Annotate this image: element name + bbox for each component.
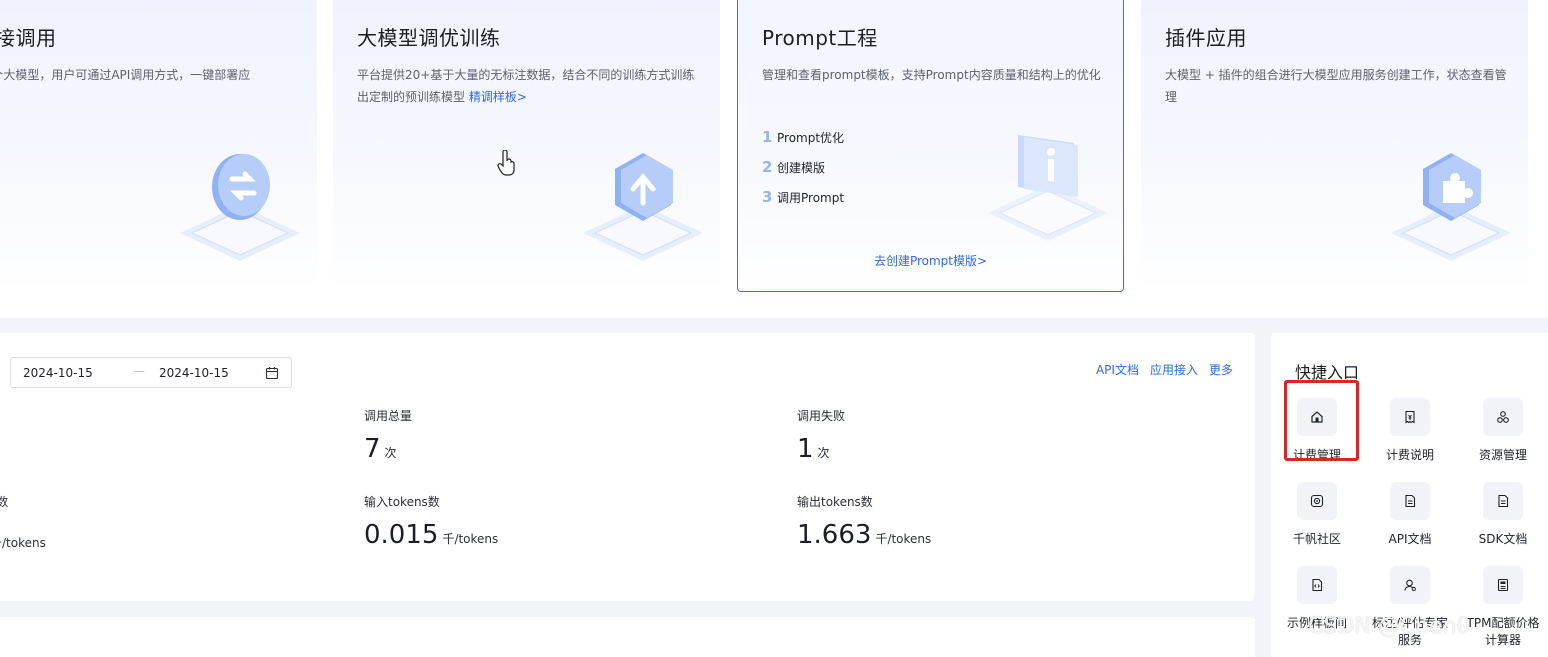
info-board-illustration-icon — [988, 135, 1108, 241]
step-number: 3 — [762, 188, 773, 206]
quick-item-label: API文档 — [1388, 532, 1432, 546]
quick-item-label: SDK文档 — [1478, 532, 1528, 546]
stat-input-tokens: 输入tokens数 0.015 千/tokens — [364, 493, 498, 550]
stat-unit: 次 — [384, 446, 397, 460]
exchange-coin-illustration-icon — [180, 154, 300, 261]
card-description: 供20+个大模型，用户可通过API调用方式，一键部署应 — [0, 68, 251, 82]
quick-item-qianfan-community[interactable]: 千帆社区 — [1275, 482, 1359, 558]
date-start[interactable]: 2024-10-15 — [23, 366, 93, 380]
hand-cursor-icon — [497, 150, 515, 176]
stat-label: s数 — [0, 495, 9, 509]
document-icon — [1483, 482, 1523, 520]
step-number: 1 — [762, 128, 773, 146]
quick-item-label: TPM配额价格计算器 — [1466, 616, 1540, 647]
card-description: 平台提供20+基于大量的无标注数据，结合不同的训练方式训练出定制的预训练模型 精… — [357, 64, 702, 108]
stat-value: 0.015 千/tokens — [364, 520, 498, 550]
stat-value: 1.663 千/tokens — [797, 520, 931, 550]
card-description: 管理和查看prompt模板，支持Prompt内容质量和结构上的优化 — [762, 68, 1101, 82]
document-icon — [1390, 482, 1430, 520]
cluster-icon — [1483, 398, 1523, 436]
lower-panel — [0, 617, 1255, 657]
finetune-sample-link[interactable]: 精调样板> — [469, 90, 527, 104]
create-prompt-template-link[interactable]: 去创建Prompt模版> — [738, 252, 1123, 269]
more-link[interactable]: 更多 — [1209, 361, 1233, 378]
stat-label: 输出tokens数 — [797, 495, 873, 509]
card-plugin-application[interactable]: 插件应用 大模型 + 插件的组合进行大模型应用服务创建工作，状态查看管理 — [1141, 0, 1528, 292]
stat-unit: 千/tokens — [442, 532, 499, 546]
stat-number: 1.663 — [797, 520, 872, 550]
quick-entry-title: 快捷入口 — [1295, 363, 1360, 382]
step-number: 2 — [762, 158, 773, 176]
card-prompt-engineering[interactable]: Prompt工程 管理和查看prompt模板，支持Prompt内容质量和结构上的… — [737, 0, 1124, 292]
step-label: 调用Prompt — [777, 190, 845, 205]
stat-value: 7次 — [364, 434, 412, 464]
card-description: 大模型 + 插件的组合进行大模型应用服务创建工作，状态查看管理 — [1165, 68, 1507, 104]
stat-number: 7 — [364, 434, 381, 464]
date-separator: — — [133, 364, 145, 378]
quick-item-label: 计费管理 — [1292, 448, 1341, 462]
stat-unit: 千/tokens — [0, 536, 46, 550]
stat-output-tokens: 输出tokens数 1.663 千/tokens — [797, 493, 931, 550]
quick-item-label: 资源管理 — [1478, 448, 1527, 462]
calculator-icon — [1483, 566, 1523, 604]
community-icon — [1297, 482, 1337, 520]
quick-entry-panel: 快捷入口 计费管理 计费说明 资源管理 千帆社区 API文档 SDK文档 示例样… — [1271, 333, 1548, 657]
panel-links: API文档 应用接入 更多 — [1096, 361, 1233, 378]
card-title: 大模型调优训练 — [357, 26, 501, 50]
step-item: 1 Prompt优化 — [762, 122, 844, 152]
date-range-picker[interactable]: 2024-10-15 — 2024-10-15 — [10, 357, 292, 388]
stat-label: 调用失败 — [797, 409, 846, 423]
receipt-icon — [1390, 398, 1430, 436]
stat-unit: 千/tokens — [875, 532, 932, 546]
stat-value: 1次 — [797, 434, 845, 464]
quick-item-label: 计费说明 — [1385, 448, 1434, 462]
stat-value: 千/tokens — [0, 524, 46, 554]
stat-total-tokens: s数 千/tokens — [0, 493, 46, 554]
quick-item-sdk-docs[interactable]: SDK文档 — [1461, 482, 1545, 558]
quick-item-billing-info[interactable]: 计费说明 — [1368, 398, 1452, 474]
watermark-text: CSDN @Chen0 — [1308, 614, 1471, 639]
quick-item-label: 千帆社区 — [1292, 532, 1341, 546]
stat-number: 1 — [797, 434, 814, 464]
stat-label: 输入tokens数 — [364, 495, 440, 509]
feature-cards-section: 型直接调用 供20+个大模型，用户可通过API调用方式，一键部署应 大模型调优训… — [0, 0, 1548, 318]
prompt-steps-list: 1 Prompt优化 2 创建模版 3 调用Prompt — [762, 122, 844, 212]
step-item: 3 调用Prompt — [762, 182, 844, 212]
card-title: 型直接调用 — [0, 26, 57, 50]
card-title: Prompt工程 — [762, 26, 878, 50]
stat-unit: 次 — [817, 446, 830, 460]
stat-failed-calls: 调用失败 1次 — [797, 407, 845, 464]
app-integration-link[interactable]: 应用接入 — [1150, 361, 1198, 378]
step-label: Prompt优化 — [777, 130, 845, 145]
step-label: 创建模版 — [777, 160, 826, 175]
calendar-icon[interactable] — [265, 366, 279, 380]
puzzle-illustration-icon — [1391, 153, 1511, 261]
date-end[interactable]: 2024-10-15 — [159, 366, 229, 380]
card-title: 插件应用 — [1165, 26, 1247, 50]
card-model-finetune[interactable]: 大模型调优训练 平台提供20+基于大量的无标注数据，结合不同的训练方式训练出定制… — [333, 0, 720, 292]
stat-total-calls: 调用总量 7次 — [364, 407, 412, 464]
card-model-direct-call[interactable]: 型直接调用 供20+个大模型，用户可通过API调用方式，一键部署应 — [0, 0, 317, 292]
expert-icon — [1390, 566, 1430, 604]
usage-stats-panel: 2024-10-15 — 2024-10-15 API文档 应用接入 更多 调用… — [0, 333, 1255, 601]
quick-item-api-docs[interactable]: API文档 — [1368, 482, 1452, 558]
quick-item-tpm-calculator[interactable]: TPM配额价格计算器 — [1461, 566, 1545, 647]
quick-item-billing-management[interactable]: 计费管理 — [1275, 398, 1359, 474]
step-item: 2 创建模版 — [762, 152, 844, 182]
home-icon — [1297, 398, 1337, 436]
code-file-icon — [1297, 566, 1337, 604]
stat-label: 调用总量 — [364, 409, 413, 423]
upload-hexagon-illustration-icon — [583, 153, 703, 261]
quick-item-resource-management[interactable]: 资源管理 — [1461, 398, 1545, 474]
stat-number: 0.015 — [364, 520, 439, 550]
api-docs-link[interactable]: API文档 — [1096, 361, 1139, 378]
